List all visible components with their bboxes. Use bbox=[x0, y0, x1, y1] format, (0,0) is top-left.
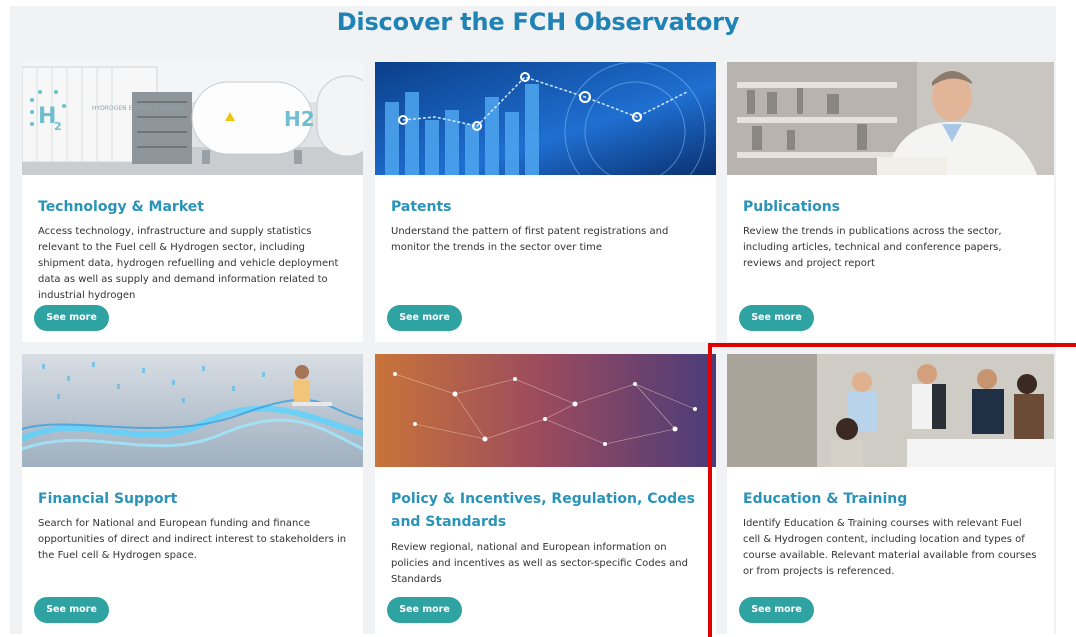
card-description: Understand the pattern of first patent r… bbox=[391, 226, 669, 253]
card-description: Review the trends in publications across… bbox=[743, 226, 1002, 269]
storage-text: HYDROGEN ENERGY STORAGE bbox=[92, 105, 183, 112]
card-title: Policy & Incentives, Regulation, Codes a… bbox=[391, 491, 695, 530]
see-more-button[interactable]: See more bbox=[739, 597, 814, 623]
see-more-button[interactable]: See more bbox=[387, 597, 462, 623]
card-title: Patents bbox=[391, 199, 452, 215]
see-more-button[interactable]: See more bbox=[34, 597, 109, 623]
see-more-button[interactable]: See more bbox=[739, 305, 814, 331]
card-title: Financial Support bbox=[38, 491, 178, 507]
card-publications: Publications Review the trends in public… bbox=[727, 62, 1054, 342]
card-description: Access technology, infrastructure and su… bbox=[38, 226, 339, 301]
h2-logo-subscript: 2 bbox=[54, 120, 62, 133]
see-more-button[interactable]: See more bbox=[34, 305, 109, 331]
education-training-image bbox=[727, 354, 1054, 467]
card-policy-incentives: Policy & Incentives, Regulation, Codes a… bbox=[375, 354, 716, 634]
card-title: Education & Training bbox=[743, 491, 908, 507]
patents-chart-image bbox=[375, 62, 716, 175]
financial-support-image bbox=[22, 354, 363, 467]
policy-network-image bbox=[375, 354, 716, 467]
see-more-button[interactable]: See more bbox=[387, 305, 462, 331]
page-title: Discover the FCH Observatory bbox=[336, 8, 740, 36]
card-description: Review regional, national and European i… bbox=[391, 542, 688, 585]
page: Discover the FCH Observatory H2 H 2 HYDR… bbox=[0, 0, 1076, 637]
card-patents: Patents Understand the pattern of first … bbox=[375, 62, 716, 342]
card-technology-market: H2 H 2 HYDROGEN ENERGY STORAGE Technolog… bbox=[22, 62, 363, 342]
card-description: Search for National and European funding… bbox=[38, 518, 347, 561]
card-education-training: Education & Training Identify Education … bbox=[727, 354, 1054, 634]
card-financial-support: Financial Support Search for National an… bbox=[22, 354, 363, 634]
publications-image bbox=[727, 62, 1054, 175]
card-title: Technology & Market bbox=[38, 199, 204, 215]
card-title: Publications bbox=[743, 199, 841, 215]
card-description: Identify Education & Training courses wi… bbox=[743, 518, 1037, 577]
tank-h2-label: H2 bbox=[284, 107, 315, 131]
technology-market-image: H2 H 2 HYDROGEN ENERGY STORAGE bbox=[22, 62, 363, 175]
